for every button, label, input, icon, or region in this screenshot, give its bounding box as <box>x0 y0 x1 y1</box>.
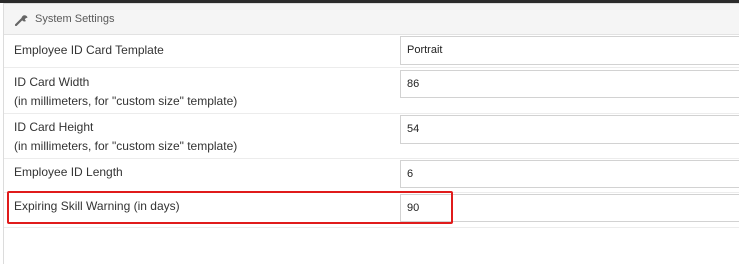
row-divider <box>4 67 739 68</box>
row-divider <box>4 227 739 228</box>
setting-sublabel-card-height: (in millimeters, for "custom size" templ… <box>14 139 238 153</box>
card-width-value: 86 <box>407 78 420 90</box>
row-divider <box>4 158 739 159</box>
card-template-select[interactable]: Portrait <box>400 36 739 65</box>
system-settings-panel: System Settings Employee ID Card Templat… <box>3 3 739 264</box>
setting-sublabel-card-width: (in millimeters, for "custom size" templ… <box>14 94 238 108</box>
setting-label-card-width: ID Card Width <box>14 75 90 89</box>
setting-label-card-template: Employee ID Card Template <box>14 43 164 57</box>
card-width-input[interactable]: 86 <box>400 70 739 98</box>
setting-label-card-height: ID Card Height <box>14 120 94 134</box>
setting-label-employee-id-length: Employee ID Length <box>14 165 123 179</box>
panel-header: System Settings <box>4 4 739 35</box>
card-template-value: Portrait <box>407 44 443 56</box>
expiring-skill-warning-value: 90 <box>407 202 420 214</box>
row-divider <box>4 113 739 114</box>
card-height-input[interactable]: 54 <box>400 115 739 144</box>
employee-id-length-value: 6 <box>407 168 414 180</box>
panel-title: System Settings <box>35 13 115 25</box>
wrench-icon <box>15 15 28 26</box>
employee-id-length-input[interactable]: 6 <box>400 160 739 188</box>
highlight-box <box>7 191 453 224</box>
card-height-value: 54 <box>407 123 420 135</box>
